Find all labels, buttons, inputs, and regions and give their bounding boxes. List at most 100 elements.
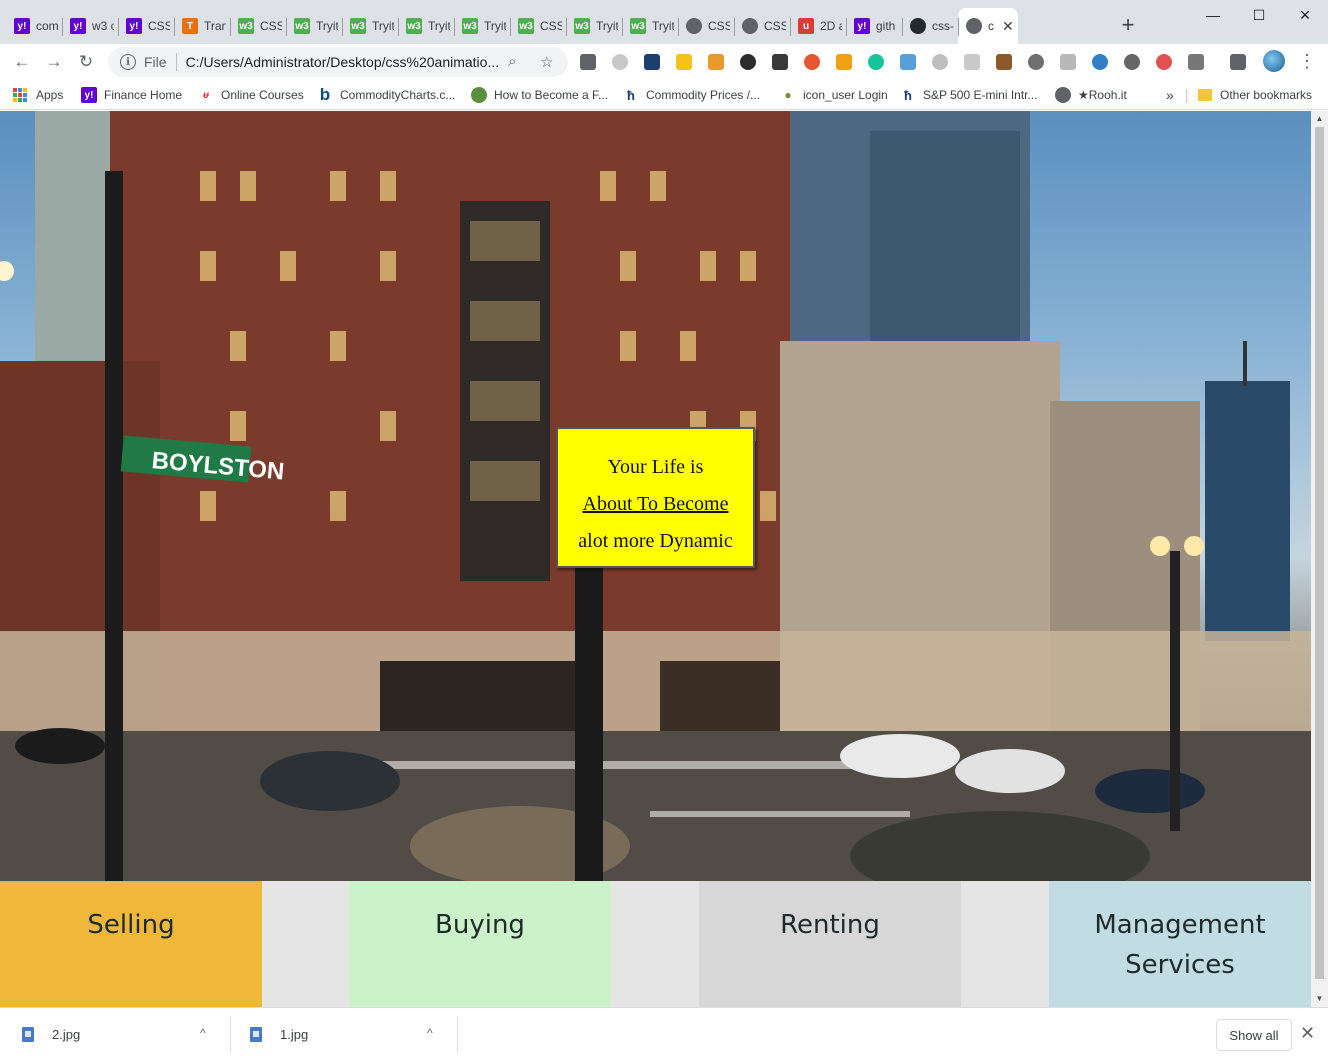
- bookmark-online-courses[interactable]: ᵾ Online Courses: [198, 85, 304, 105]
- browser-tab[interactable]: y! gith: [846, 8, 902, 44]
- bookmark-how-to-become[interactable]: How to Become a F...: [471, 85, 608, 105]
- minimize-button[interactable]: —: [1190, 0, 1236, 30]
- back-button[interactable]: ←: [10, 50, 34, 74]
- extension-icon[interactable]: [612, 54, 628, 70]
- browser-tab[interactable]: u 2D a: [790, 8, 846, 44]
- page-scrollbar[interactable]: ▲ ▼: [1311, 111, 1328, 1007]
- callout-link[interactable]: About To Become: [558, 486, 753, 523]
- bookmark-label: How to Become a F...: [494, 88, 609, 102]
- extension-icon[interactable]: [804, 54, 820, 70]
- info-icon[interactable]: i: [120, 54, 136, 70]
- bookmark-star-icon[interactable]: ☆: [540, 53, 553, 71]
- browser-tab[interactable]: w3 Tryit: [286, 8, 342, 44]
- browser-tab[interactable]: w3 Tryit: [398, 8, 454, 44]
- user-icon: ●: [784, 88, 792, 102]
- close-window-button[interactable]: ✕: [1282, 0, 1328, 30]
- yahoo-icon: y!: [854, 18, 870, 34]
- tab-title: Tryit: [316, 19, 338, 33]
- tab-title: Tryit: [428, 19, 450, 33]
- notion-icon[interactable]: [644, 54, 660, 70]
- translate-icon: T: [182, 18, 198, 34]
- service-label: Management: [1094, 910, 1266, 940]
- bookmark-commoditycharts[interactable]: b CommodityCharts.c...: [317, 85, 456, 105]
- chevron-up-icon[interactable]: ^: [427, 1026, 433, 1040]
- new-tab-button[interactable]: +: [1116, 14, 1140, 36]
- other-bookmarks-folder[interactable]: Other bookmarks: [1198, 85, 1312, 105]
- bookmark-label: S&P 500 E-mini Intr...: [923, 88, 1038, 102]
- reading-mode-icon[interactable]: [580, 54, 596, 70]
- extension-icon[interactable]: [1124, 54, 1140, 70]
- download-item[interactable]: 1.jpg: [250, 1008, 308, 1060]
- bookmark-user-login[interactable]: ● icon_user Login: [780, 85, 887, 105]
- maximize-button[interactable]: ☐: [1236, 0, 1282, 30]
- service-renting[interactable]: Renting: [699, 881, 961, 1007]
- browser-tab[interactable]: w3 CSS: [230, 8, 286, 44]
- browser-tab[interactable]: w3 Tryit: [622, 8, 678, 44]
- browser-tab[interactable]: y! com: [6, 8, 62, 44]
- star-icon[interactable]: [836, 54, 852, 70]
- extension-icon[interactable]: [740, 54, 756, 70]
- shield-icon[interactable]: [1156, 54, 1172, 70]
- bookmark-apps[interactable]: Apps: [13, 85, 63, 105]
- extension-icon[interactable]: [676, 54, 692, 70]
- tab-title: Tran: [204, 19, 226, 33]
- reload-button[interactable]: ↻: [74, 50, 98, 74]
- media-queue-icon[interactable]: [1230, 54, 1246, 70]
- bookmarks-overflow-button[interactable]: »: [1166, 85, 1174, 105]
- bookmark-label: Other bookmarks: [1220, 88, 1313, 102]
- browser-tab[interactable]: y! CSS: [118, 8, 174, 44]
- forward-button[interactable]: →: [42, 50, 66, 74]
- service-buying[interactable]: Buying: [349, 881, 611, 1007]
- chevron-up-icon[interactable]: ^: [200, 1026, 206, 1040]
- bookmark-label: Apps: [36, 88, 64, 102]
- extension-icon[interactable]: [1092, 54, 1108, 70]
- show-all-button[interactable]: Show all: [1216, 1019, 1292, 1051]
- yahoo-icon: y!: [81, 87, 97, 103]
- tab-title: CSS: [148, 19, 170, 33]
- scroll-down-arrow[interactable]: ▼: [1311, 992, 1328, 1006]
- extension-icon[interactable]: [900, 54, 916, 70]
- bookmark-sp500[interactable]: ħ S&P 500 E-mini Intr...: [900, 85, 1038, 105]
- extension-icon[interactable]: [1188, 54, 1204, 70]
- browser-tab[interactable]: w3 CSS: [510, 8, 566, 44]
- browser-tab[interactable]: T Tran: [174, 8, 230, 44]
- close-tab-icon[interactable]: ✕: [1002, 18, 1014, 35]
- image-icon[interactable]: [708, 54, 724, 70]
- scroll-up-arrow[interactable]: ▲: [1311, 112, 1328, 126]
- service-selling[interactable]: Selling: [0, 881, 262, 1007]
- extension-icon[interactable]: [932, 54, 948, 70]
- profile-avatar[interactable]: [1263, 50, 1285, 72]
- menu-icon[interactable]: ⋮: [1298, 50, 1316, 72]
- extension-icon[interactable]: [964, 54, 980, 70]
- scroll-thumb[interactable]: [1315, 127, 1324, 979]
- bookmark-finance-home[interactable]: y! Finance Home: [81, 85, 182, 105]
- w3schools-icon: w3: [238, 18, 254, 34]
- browser-tab[interactable]: CSS: [678, 8, 734, 44]
- tab-title: 2D a: [820, 19, 842, 33]
- zoom-icon[interactable]: ⌕: [508, 53, 516, 70]
- close-icon[interactable]: ✕: [1300, 1023, 1315, 1043]
- extension-icon[interactable]: [1060, 54, 1076, 70]
- grammarly-icon[interactable]: [868, 54, 884, 70]
- w3schools-icon: w3: [350, 18, 366, 34]
- active-browser-tab[interactable]: c ✕: [958, 8, 1018, 44]
- url-text[interactable]: C:/Users/Administrator/Desktop/css%20ani…: [186, 54, 500, 70]
- browser-tab[interactable]: w3 Tryit: [566, 8, 622, 44]
- tab-title: w3 c: [92, 19, 114, 33]
- download-item[interactable]: 2.jpg: [22, 1008, 80, 1060]
- address-bar[interactable]: i File C:/Users/Administrator/Desktop/cs…: [108, 47, 568, 77]
- globe-icon: [742, 18, 758, 34]
- mail-icon[interactable]: [772, 54, 788, 70]
- bookmark-label: ★Rooh.it: [1078, 88, 1127, 102]
- url-scheme: File: [144, 54, 167, 70]
- pinterest-icon[interactable]: [1028, 54, 1044, 70]
- bookmark-rooh[interactable]: ★Rooh.it: [1055, 85, 1127, 105]
- browser-tab[interactable]: y! w3 c: [62, 8, 118, 44]
- service-management[interactable]: Management Services: [1049, 881, 1311, 1007]
- browser-tab[interactable]: css-: [902, 8, 958, 44]
- browser-tab[interactable]: w3 Tryit: [454, 8, 510, 44]
- browser-tab[interactable]: w3 Tryit: [342, 8, 398, 44]
- browser-tab[interactable]: CSS: [734, 8, 790, 44]
- bookmark-commodity-prices[interactable]: ħ Commodity Prices /...: [623, 85, 760, 105]
- extension-icon[interactable]: [996, 54, 1012, 70]
